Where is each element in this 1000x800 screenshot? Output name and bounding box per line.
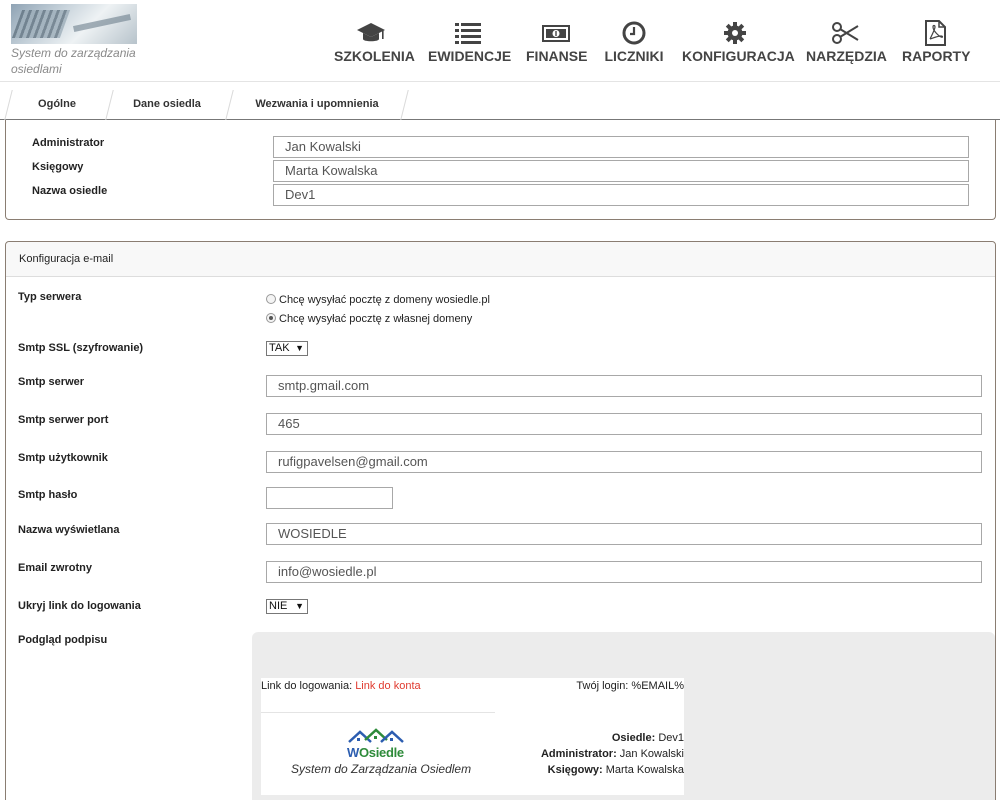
list-icon [455, 23, 481, 44]
money-icon [542, 25, 570, 42]
sig-estate: Osiedle: Dev1 [611, 732, 684, 744]
nav-finanse[interactable]: FINANSE [526, 20, 587, 64]
gear-icon [724, 22, 746, 44]
scissors-icon [832, 22, 859, 44]
ssl-label: Smtp SSL (szyfrowanie) [18, 342, 144, 354]
divider [261, 712, 495, 713]
tab-separator [400, 90, 409, 120]
dropdown-arrow-icon: ▼ [295, 601, 304, 611]
nav-szkolenia[interactable]: SZKOLENIA [334, 20, 415, 64]
brand-slogan: System do Zarządzania Osiedlem [291, 762, 472, 776]
smtp-server-label: Smtp serwer [18, 376, 85, 388]
main-nav: SZKOLENIA EWIDENCJE FINANSE LICZNIKI KON… [0, 20, 1000, 70]
hide-link-label: Ukryj link do logowania [18, 600, 141, 612]
smtp-user-field[interactable]: rufigpavelsen@gmail.com [266, 451, 982, 473]
nav-liczniki[interactable]: LICZNIKI [604, 20, 664, 64]
server-type-option-wosiedle[interactable]: Chcę wysyłać pocztę z domeny wosiedle.pl [266, 293, 490, 307]
sig-admin: Administrator: Jan Kowalski [540, 748, 684, 760]
signature-preview-label: Podgląd podpisu [18, 634, 108, 646]
email-config-title: Konfiguracja e-mail [6, 242, 995, 277]
header: System do zarządzania osiedlami SZKOLENI… [0, 0, 1000, 82]
brand-name: WOsiedle [347, 745, 404, 760]
administrator-field[interactable]: Jan Kowalski [273, 136, 969, 158]
tab-dane-osiedla[interactable]: Dane osiedla [112, 90, 222, 120]
smtp-password-field[interactable] [266, 487, 393, 509]
reply-email-label: Email zwrotny [18, 562, 92, 574]
smtp-server-field[interactable]: smtp.gmail.com [266, 375, 982, 397]
smtp-port-field[interactable]: 465 [266, 413, 982, 435]
server-type-label: Typ serwera [18, 291, 82, 303]
nav-raporty[interactable]: RAPORTY [902, 20, 970, 64]
server-type-option-own[interactable]: Chcę wysyłać pocztę z własnej domeny [266, 312, 472, 326]
tab-bar: Ogólne Dane osiedla Wezwania i upomnieni… [0, 90, 1000, 120]
accountant-label: Księgowy [32, 161, 84, 173]
radio-button[interactable] [266, 294, 276, 304]
nav-konfiguracja[interactable]: KONFIGURACJA [682, 20, 795, 64]
dropdown-arrow-icon: ▼ [295, 343, 304, 353]
signature-card: Link do logowania: Link do konta Twój lo… [261, 678, 684, 795]
hide-link-select[interactable]: NIE ▼ [266, 599, 308, 614]
sig-accountant: Księgowy: Marta Kowalska [547, 764, 684, 776]
clock-icon [622, 21, 646, 45]
tab-ogolne[interactable]: Ogólne [12, 90, 102, 120]
smtp-password-label: Smtp hasło [18, 489, 78, 501]
estate-name-label: Nazwa osiedle [32, 185, 108, 197]
nav-ewidencje[interactable]: EWIDENCJE [428, 20, 511, 64]
login-text: Twój login: %EMAIL% [576, 680, 684, 692]
estate-name-field[interactable]: Dev1 [273, 184, 969, 206]
ssl-select[interactable]: TAK ▼ [266, 341, 308, 356]
reply-email-field[interactable]: info@wosiedle.pl [266, 561, 982, 583]
graduation-cap-icon [357, 23, 385, 42]
smtp-port-label: Smtp serwer port [18, 414, 109, 426]
account-link[interactable]: Link do konta [355, 680, 420, 692]
accountant-field[interactable]: Marta Kowalska [273, 160, 969, 182]
login-link-row: Link do logowania: Link do konta [261, 680, 421, 692]
display-name-label: Nazwa wyświetlana [18, 524, 120, 536]
tab-separator [225, 90, 234, 120]
tab-wezwania[interactable]: Wezwania i upomnienia [234, 90, 400, 120]
administrator-label: Administrator [32, 137, 105, 149]
radio-button-selected[interactable] [266, 313, 276, 323]
pdf-icon [925, 20, 946, 46]
nav-narzedzia[interactable]: NARZĘDZIA [806, 20, 887, 64]
smtp-user-label: Smtp użytkownik [18, 452, 108, 464]
display-name-field[interactable]: WOSIEDLE [266, 523, 982, 545]
